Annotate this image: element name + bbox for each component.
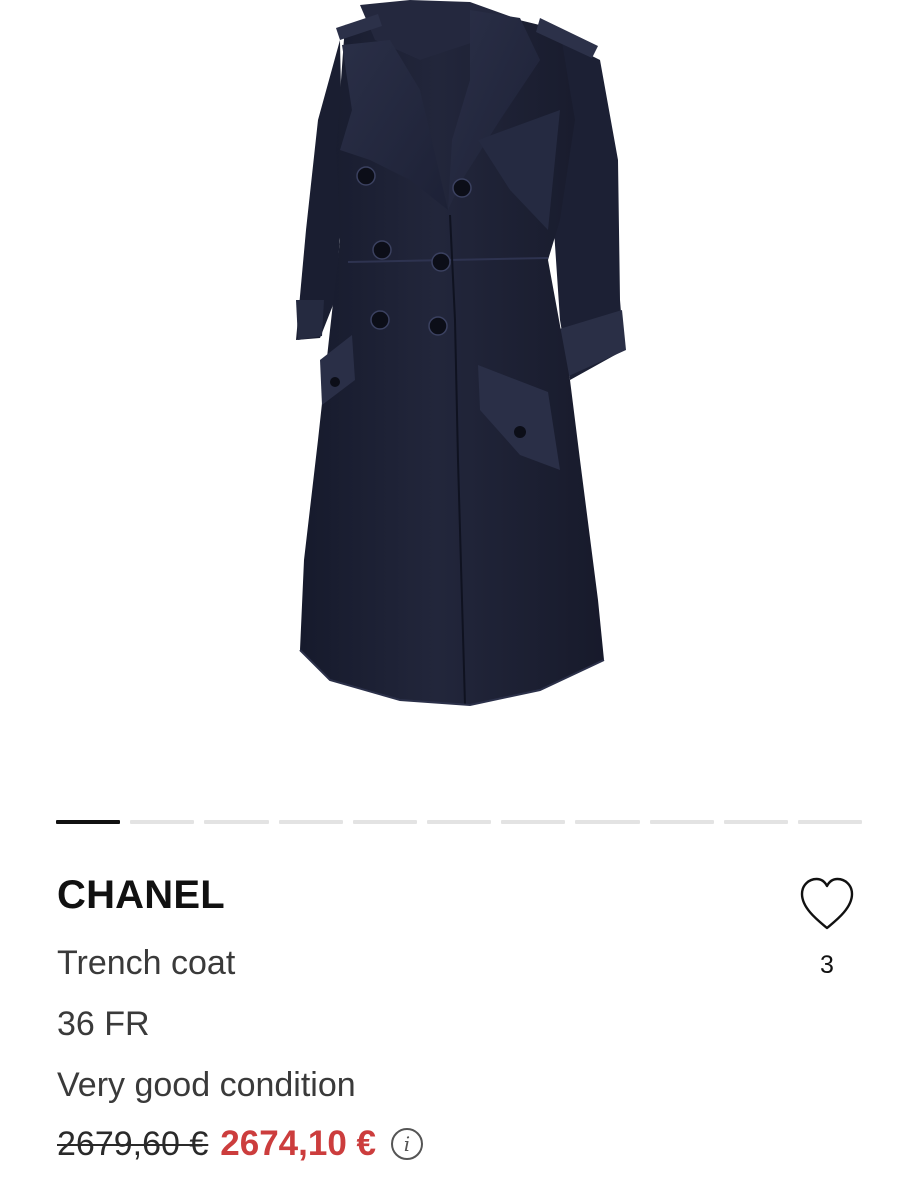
favorite-count: 3 [820,951,834,979]
favorite-button[interactable]: 3 [795,876,859,980]
product-image [296,0,626,707]
original-price: 2679,60 € [57,1124,209,1163]
pager-dot-2[interactable] [130,820,195,824]
product-title: Trench coat [57,944,236,982]
info-icon[interactable]: i [390,1127,424,1161]
price-row: 2679,60 € 2674,10 € i [57,1122,424,1166]
pager-dot-5[interactable] [352,820,417,824]
product-image-gallery[interactable] [0,0,903,790]
pager-dot-7[interactable] [501,820,566,824]
pager-dot-6[interactable] [426,820,492,824]
gallery-pager[interactable] [56,820,863,824]
svg-text:i: i [404,1132,410,1156]
product-condition: Very good condition [57,1066,356,1104]
pager-dot-9[interactable] [649,820,714,824]
heart-outline-icon [800,877,854,930]
product-size: 36 FR [57,1005,150,1043]
current-price: 2674,10 € [220,1124,376,1163]
product-brand[interactable]: CHANEL [57,872,225,918]
pager-dot-3[interactable] [204,820,269,824]
pager-dot-8[interactable] [575,820,640,824]
pager-dot-4[interactable] [278,820,343,824]
pager-dot-1[interactable] [56,820,121,824]
pager-dot-11[interactable] [797,820,863,824]
pager-dot-10[interactable] [723,820,788,824]
